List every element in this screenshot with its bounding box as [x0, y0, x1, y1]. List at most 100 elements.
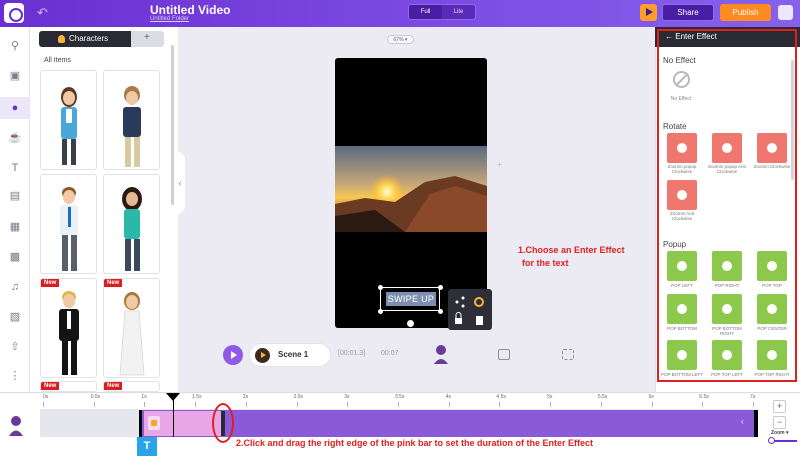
character-card-8[interactable]: New — [103, 381, 160, 392]
resize-handle-tr[interactable] — [438, 285, 443, 290]
effect-pop-top-left[interactable] — [712, 340, 742, 370]
effect-pop-right[interactable] — [712, 251, 742, 281]
resize-handle-br[interactable] — [438, 309, 443, 314]
tab-add-character[interactable] — [131, 31, 164, 47]
folder-link[interactable]: Untitled Folder — [150, 16, 189, 22]
character-card-woman-blue-blazer[interactable] — [40, 70, 97, 170]
search-icon[interactable]: ⚲ — [8, 39, 22, 53]
add-scene-plus-icon[interactable]: + — [497, 160, 502, 169]
effect-zoomin-popup-clockwise[interactable] — [667, 133, 697, 163]
character-figure — [119, 292, 145, 376]
effect-pop-bottom[interactable] — [667, 294, 697, 324]
timeline-tick-label: 5s — [547, 394, 553, 400]
share-button[interactable]: Share — [662, 4, 714, 21]
effect-zoomin-clockwise[interactable] — [757, 133, 787, 163]
text-icon[interactable]: T — [8, 161, 22, 175]
layout-icon[interactable] — [498, 349, 510, 360]
track-start-edge[interactable] — [139, 410, 142, 437]
no-effect-icon[interactable] — [673, 71, 690, 88]
swipe-up-text[interactable]: SWIPE UP — [386, 292, 436, 306]
preview-play-icon[interactable] — [640, 4, 657, 21]
enter-effect-title: Enter Effect — [675, 32, 717, 41]
character-card-woman-white-dress[interactable]: New — [103, 278, 160, 378]
view-full-option[interactable]: Full — [409, 5, 442, 19]
effect-label: POP TOP LEFT — [711, 372, 743, 377]
effect-zoomin-anticlockwise[interactable] — [667, 180, 697, 210]
zoom-label: Zoom ▾ — [771, 430, 789, 436]
effect-pop-bottom-left[interactable] — [667, 340, 697, 370]
timeline-tick — [550, 402, 552, 407]
effect-zoomin-popup-anticlockwise[interactable] — [712, 133, 742, 163]
characters-icon[interactable]: ● — [8, 101, 22, 115]
props-icon[interactable]: ☕ — [8, 131, 22, 145]
timeline-tick — [499, 402, 501, 407]
effect-pop-top-right[interactable] — [757, 340, 787, 370]
character-card-woman-teal-top[interactable] — [103, 174, 160, 274]
enter-effect-header[interactable]: ← Enter Effect — [655, 27, 800, 47]
play-scene-button[interactable] — [223, 345, 243, 365]
rotate-handle-icon[interactable] — [407, 320, 414, 327]
undo-icon[interactable]: ↶ — [37, 5, 48, 21]
publish-button[interactable]: Publish — [720, 4, 771, 21]
more-icon[interactable]: ⋮ — [8, 369, 22, 383]
images-icon[interactable]: ▦ — [8, 220, 22, 234]
character-card-man-navy-sweater[interactable] — [103, 70, 160, 170]
scene-selector[interactable]: Scene 1 — [249, 343, 331, 367]
character-card-man-blue-tie[interactable] — [40, 174, 97, 274]
zoom-slider-knob[interactable] — [768, 437, 775, 444]
characters-scrollbar[interactable] — [171, 45, 174, 205]
current-time: [00:01.3] — [338, 350, 366, 357]
resize-handle-tl[interactable] — [378, 285, 383, 290]
scene-play-icon[interactable] — [255, 348, 270, 363]
effect-label: POP RIGHT — [714, 283, 740, 288]
effect-panel-scrollbar[interactable] — [791, 60, 794, 180]
timeline-tick — [347, 402, 349, 407]
view-lite-option[interactable]: Lite — [442, 5, 475, 19]
upload-icon[interactable]: ⇧ — [8, 340, 22, 354]
zoom-in-button[interactable]: + — [773, 400, 786, 413]
character-figure — [60, 187, 78, 271]
new-badge: New — [41, 382, 60, 390]
tab-characters[interactable]: Characters — [39, 31, 131, 47]
character-layer-icon[interactable] — [8, 414, 24, 436]
timeline-tick — [398, 402, 399, 407]
character-card-man-black-tuxedo[interactable]: New — [40, 278, 97, 378]
video-title[interactable]: Untitled Video — [150, 3, 230, 17]
sunset-image[interactable] — [335, 146, 487, 232]
effect-pop-left[interactable] — [667, 251, 697, 281]
app-logo-icon[interactable] — [4, 3, 24, 23]
element-floating-toolbar — [448, 289, 492, 330]
timeline-tick-label: 3s — [344, 394, 350, 400]
zoom-value: 67% — [393, 37, 404, 43]
effect-pop-bottom-right[interactable] — [712, 294, 742, 324]
chart-icon[interactable]: ▧ — [8, 310, 22, 324]
resize-handle-bl[interactable] — [378, 309, 383, 314]
effect-label: Zoomin popup Clockwise — [667, 164, 697, 174]
character-timeline-icon[interactable] — [433, 344, 449, 364]
canvas-zoom-select[interactable]: 67% ▾ — [387, 35, 414, 44]
effect-pop-center[interactable] — [757, 294, 787, 324]
effect-label: POP LEFT — [671, 283, 693, 288]
track-end-edge[interactable] — [754, 410, 758, 437]
scenes-icon[interactable]: ▣ — [8, 69, 22, 83]
background-icon[interactable]: ▤ — [8, 189, 22, 203]
zoom-out-button[interactable]: − — [773, 416, 786, 429]
help-icon[interactable] — [778, 5, 793, 20]
video-icon[interactable]: ▩ — [8, 250, 22, 264]
no-effect-section-title: No Effect — [663, 56, 696, 65]
effect-label: POP BOTTOM LEFT — [660, 372, 704, 377]
fullscreen-icon[interactable] — [562, 349, 574, 360]
lock-icon[interactable] — [148, 416, 160, 430]
character-card-7[interactable]: New — [40, 381, 97, 392]
playhead-line[interactable] — [173, 400, 174, 437]
music-icon[interactable]: ♫ — [8, 280, 22, 294]
collapse-panel-chevron-icon[interactable]: ‹ — [175, 152, 185, 214]
timeline-tick-label: 3.5s — [395, 394, 405, 400]
timeline-tick-label: 6.5s — [699, 394, 709, 400]
timeline-tick-label: 1.5s — [192, 394, 202, 400]
text-layer-badge[interactable]: T — [137, 437, 157, 456]
effect-pop-top[interactable] — [757, 251, 787, 281]
chevron-left-icon[interactable]: ‹ — [741, 417, 744, 426]
effect-label: Zoomin Clockwise — [753, 164, 791, 169]
timeline-tick — [296, 402, 298, 407]
